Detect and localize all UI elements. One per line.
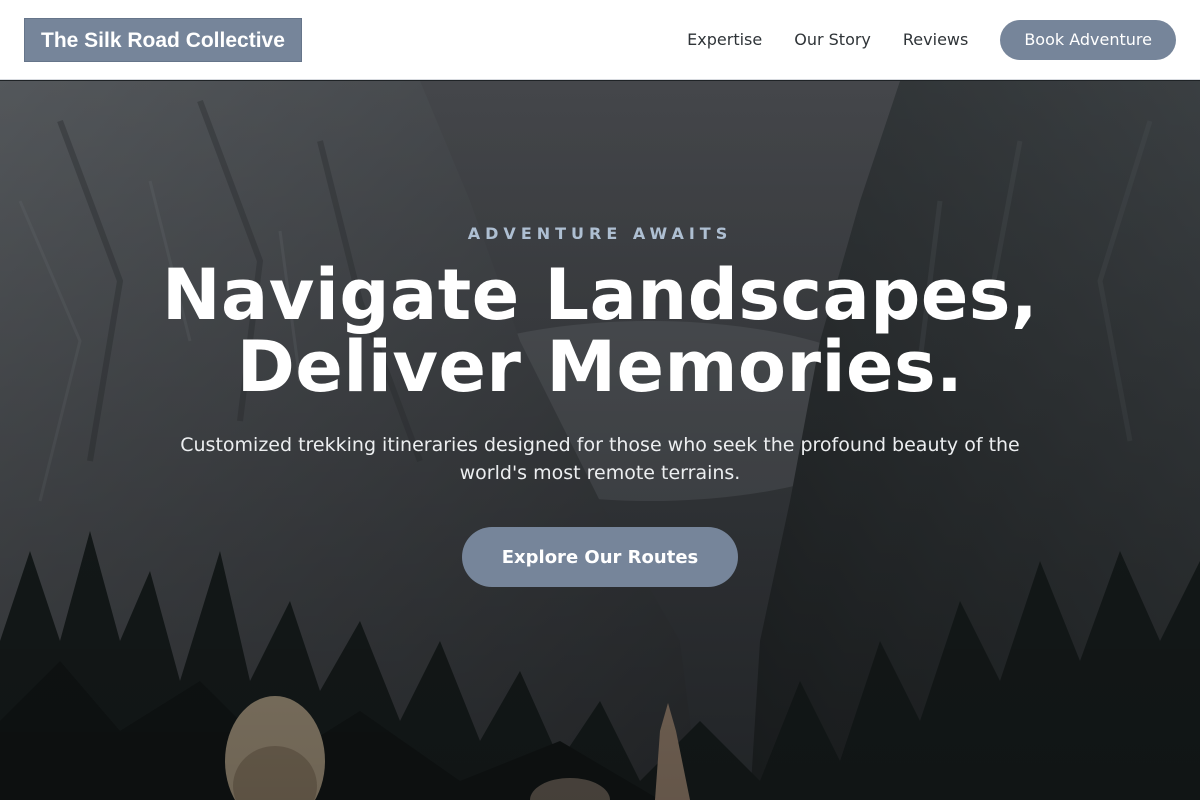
site-header: The Silk Road Collective Expertise Our S… (0, 0, 1200, 80)
hero-content: ADVENTURE AWAITS Navigate Landscapes, De… (0, 81, 1200, 800)
nav-link-reviews[interactable]: Reviews (903, 30, 968, 49)
site-logo[interactable]: The Silk Road Collective (24, 17, 302, 62)
main-nav: Expertise Our Story Reviews Book Adventu… (687, 19, 1176, 60)
nav-link-our-story[interactable]: Our Story (794, 30, 871, 49)
book-adventure-button[interactable]: Book Adventure (1000, 19, 1176, 60)
hero-headline: Navigate Landscapes, Deliver Memories. (161, 254, 1039, 408)
hero-section: ADVENTURE AWAITS Navigate Landscapes, De… (0, 81, 1200, 800)
hero-eyebrow: ADVENTURE AWAITS (467, 224, 733, 243)
explore-routes-button[interactable]: Explore Our Routes (462, 527, 738, 587)
hero-subtext: Customized trekking itineraries designed… (180, 434, 1020, 484)
nav-link-expertise[interactable]: Expertise (687, 30, 762, 49)
